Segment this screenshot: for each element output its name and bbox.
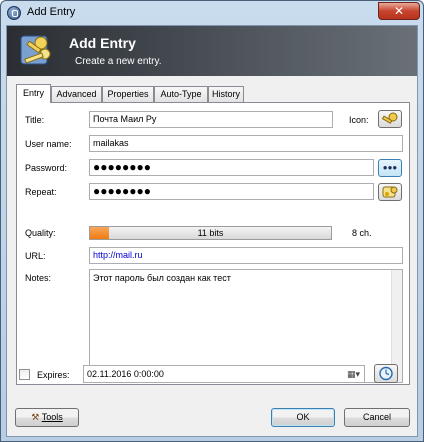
tools-button[interactable]: ⚒ Tools bbox=[15, 408, 79, 427]
icon-label: Icon: bbox=[349, 115, 369, 125]
calendar-dropdown-icon[interactable]: ▦▾ bbox=[347, 366, 360, 382]
expiry-presets-button[interactable] bbox=[374, 364, 398, 383]
add-entry-window: Add Entry ✕ Add Entry Create a new entry… bbox=[0, 0, 424, 442]
generate-password-button[interactable] bbox=[378, 183, 402, 201]
tab-advanced[interactable]: Advanced bbox=[51, 86, 102, 102]
username-label: User name: bbox=[25, 139, 72, 149]
cancel-button[interactable]: Cancel bbox=[344, 408, 410, 427]
window-title: Add Entry bbox=[27, 6, 76, 18]
tab-entry[interactable]: Entry bbox=[16, 84, 51, 103]
expires-label: Expires: bbox=[37, 370, 70, 380]
clock-icon bbox=[379, 366, 393, 381]
dots-icon: ●●● bbox=[382, 163, 398, 172]
title-bar[interactable]: Add Entry ✕ bbox=[1, 1, 423, 25]
keys-icon bbox=[20, 35, 51, 65]
key-icon bbox=[381, 112, 398, 124]
quality-char-count: 8 ch. bbox=[352, 228, 372, 238]
notes-text: Этот пароль был создан как тест bbox=[93, 273, 231, 283]
expires-checkbox[interactable] bbox=[19, 369, 30, 380]
lock-icon bbox=[7, 6, 21, 20]
password-input[interactable]: ●●●●●●●● bbox=[89, 159, 374, 176]
show-password-button[interactable]: ●●● bbox=[378, 159, 402, 177]
icon-picker-button[interactable] bbox=[378, 110, 402, 128]
username-input[interactable]: mailakas bbox=[89, 135, 403, 152]
quality-bits: 11 bits bbox=[197, 228, 224, 238]
tab-properties[interactable]: Properties bbox=[102, 86, 154, 102]
close-button[interactable]: ✕ bbox=[378, 2, 420, 20]
password-quality-bar: 11 bits bbox=[89, 226, 332, 240]
expiry-date-value: 02.11.2016 0:00:00 bbox=[87, 369, 164, 379]
url-label: URL: bbox=[25, 251, 46, 261]
wrench-icon: ⚒ bbox=[31, 412, 40, 422]
repeat-password-input[interactable]: ●●●●●●●● bbox=[89, 183, 374, 200]
url-input[interactable]: http://mail.ru bbox=[89, 247, 403, 264]
notes-label: Notes: bbox=[25, 273, 52, 283]
tools-button-label: Tools bbox=[41, 412, 63, 422]
entry-tab-panel: Title: Почта Маил Ру Icon: User name: ma… bbox=[16, 102, 410, 385]
password-generator-icon bbox=[382, 186, 398, 198]
banner-subtitle: Create a new entry. bbox=[75, 56, 162, 67]
title-input[interactable]: Почта Маил Ру bbox=[89, 111, 333, 128]
repeat-label: Repeat: bbox=[25, 187, 57, 197]
tab-history[interactable]: History bbox=[208, 86, 244, 102]
expiry-date-input[interactable]: 02.11.2016 0:00:00 ▦▾ bbox=[83, 365, 365, 383]
quality-label: Quality: bbox=[25, 228, 56, 238]
title-label: Title: bbox=[25, 115, 45, 125]
banner-title: Add Entry bbox=[69, 35, 136, 51]
tab-auto-type[interactable]: Auto-Type bbox=[154, 86, 208, 102]
ok-button[interactable]: OK bbox=[271, 408, 335, 427]
dialog-client: Add Entry Create a new entry. Entry Adva… bbox=[6, 25, 418, 437]
header-banner: Add Entry Create a new entry. bbox=[7, 26, 417, 76]
password-label: Password: bbox=[25, 163, 68, 173]
